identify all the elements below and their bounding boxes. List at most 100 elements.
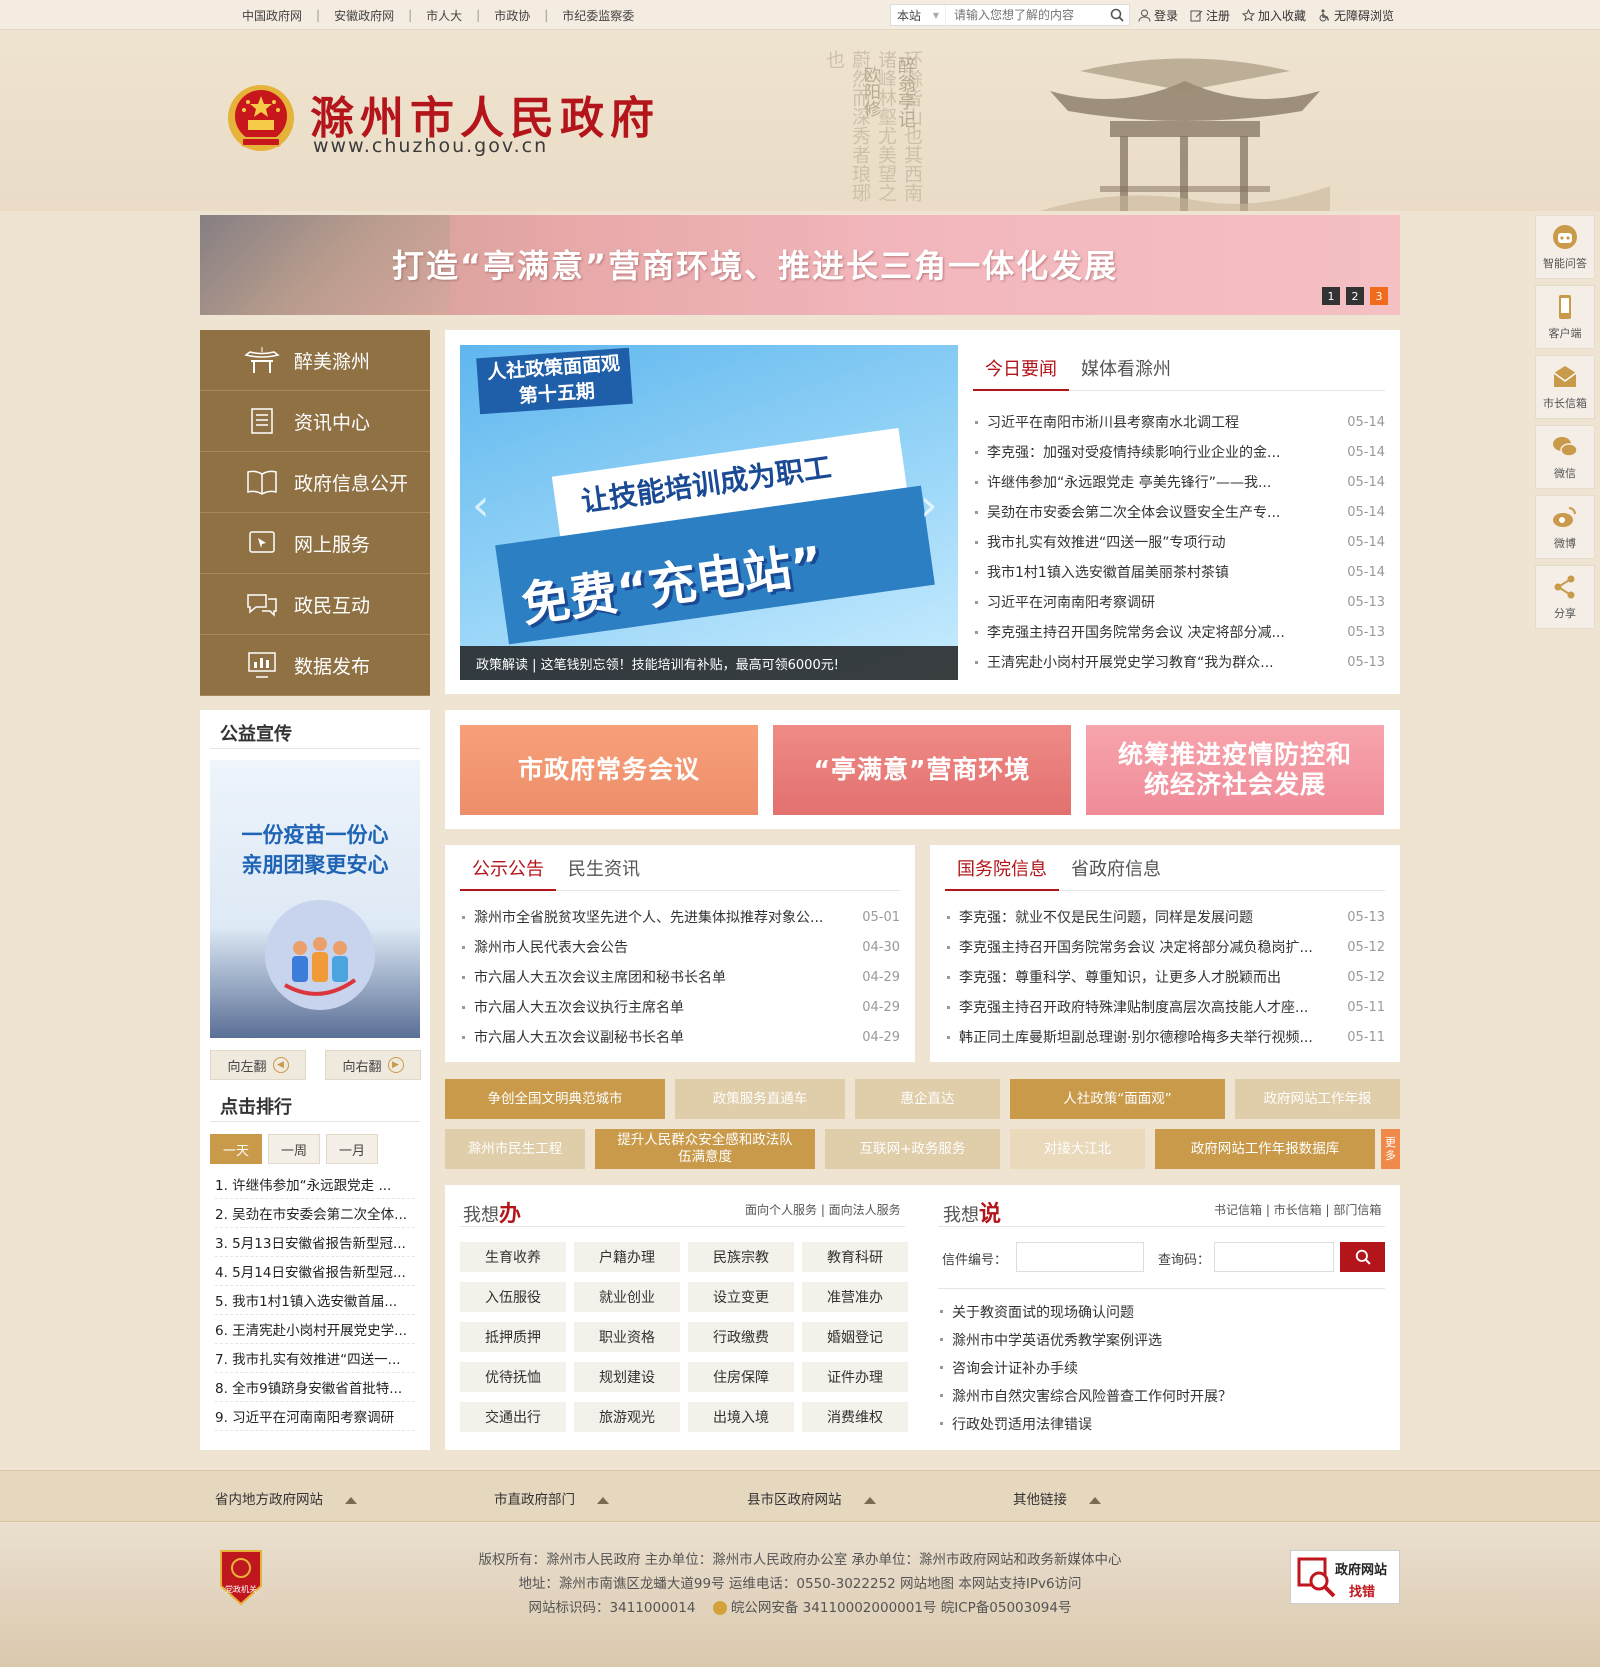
ranking-item[interactable]: 6. 王清宪赴小岗村开展党史学...	[215, 1315, 415, 1344]
letter-item[interactable]: 滁州市中学英语优秀教学案例评选	[938, 1330, 1162, 1350]
ranking-item[interactable]: 4. 5月14日安徽省报告新型冠...	[215, 1257, 415, 1286]
float-smart-qa[interactable]: 智能问答	[1535, 215, 1595, 279]
cat-enterprise-direct[interactable]: 惠企直达	[855, 1079, 1000, 1119]
news-title[interactable]: 市六届人大五次会议副秘书长名单	[474, 1027, 862, 1047]
service-item[interactable]: 优待抚恤	[460, 1362, 566, 1392]
letter-no-input[interactable]	[1016, 1242, 1144, 1272]
news-title[interactable]: 滁州市全省脱贫攻坚先进个人、先进集体拟推荐对象公...	[474, 907, 862, 927]
float-weibo[interactable]: 微博	[1535, 495, 1595, 559]
ranking-item[interactable]: 5. 我市1村1镇入选安徽首届...	[215, 1286, 415, 1315]
nav-online-service[interactable]: 网上服务	[200, 513, 430, 574]
banner-dot-1[interactable]: 1	[1322, 287, 1340, 305]
float-share[interactable]: 分享	[1535, 565, 1595, 629]
nav-interaction[interactable]: 政民互动	[200, 574, 430, 635]
tab-state-council[interactable]: 国务院信息	[945, 845, 1059, 891]
service-item[interactable]: 行政缴费	[688, 1322, 794, 1352]
nav-data-release[interactable]: 数据发布	[200, 635, 430, 696]
news-title[interactable]: 李克强：加强对受疫情持续影响行业企业的金...	[987, 442, 1347, 462]
cat-more-button[interactable]: 更多	[1381, 1129, 1400, 1169]
news-item[interactable]: 市六届人大五次会议副秘书长名单 04-29	[460, 1022, 900, 1052]
news-title[interactable]: 李克强：尊重科学、尊重知识，让更多人才脱颖而出	[959, 967, 1347, 987]
tile-business-environment[interactable]: “亭满意”营商环境	[773, 725, 1071, 815]
tile-epidemic-control[interactable]: 统筹推进疫情防控和统经济社会发展	[1086, 725, 1384, 815]
tab-notice[interactable]: 公示公告	[460, 845, 556, 891]
slide-prev-arrow-icon[interactable]: ‹	[472, 480, 490, 531]
cat-report-database[interactable]: 政府网站工作年报数据库	[1155, 1129, 1375, 1169]
news-title[interactable]: 李克强主持召开政府特殊津贴制度高层次高技能人才座...	[959, 997, 1347, 1017]
nav-scenic-chuzhou[interactable]: 醉美滁州	[200, 330, 430, 391]
news-title[interactable]: 韩正同土库曼斯坦副总理谢·别尔德穆哈梅多夫举行视频...	[959, 1027, 1347, 1047]
news-item[interactable]: 吴劲在市安委会第二次全体会议暨安全生产专... 05-14	[973, 497, 1385, 527]
service-item[interactable]: 设立变更	[688, 1282, 794, 1312]
tile-executive-meeting[interactable]: 市政府常务会议	[460, 725, 758, 815]
footer-link-province[interactable]: 省内地方政府网站	[215, 1488, 357, 1508]
float-mayor-mail[interactable]: 市长信箱	[1535, 355, 1595, 419]
tab-media-view[interactable]: 媒体看滁州	[1069, 345, 1183, 391]
letter-item[interactable]: 咨询会计证补办手续	[938, 1358, 1078, 1378]
news-title[interactable]: 习近平在南阳市淅川县考察南水北调工程	[987, 412, 1347, 432]
footer-link-others[interactable]: 其他链接	[1013, 1488, 1101, 1508]
letter-item[interactable]: 关于教资面试的现场确认问题	[938, 1302, 1134, 1322]
service-item[interactable]: 住房保障	[688, 1362, 794, 1392]
news-item[interactable]: 李克强：就业不仅是民生问题，同样是发展问题 05-13	[945, 902, 1385, 932]
news-title[interactable]: 市六届人大五次会议执行主席名单	[474, 997, 862, 1017]
letter-item[interactable]: 行政处罚适用法律错误	[938, 1414, 1092, 1434]
service-item[interactable]: 教育科研	[802, 1242, 908, 1272]
cat-policy-express[interactable]: 政策服务直通车	[675, 1079, 845, 1119]
banner-dot-3[interactable]: 3	[1370, 287, 1388, 305]
service-item[interactable]: 入伍服役	[460, 1282, 566, 1312]
service-item[interactable]: 户籍办理	[574, 1242, 680, 1272]
news-item[interactable]: 习近平在河南南阳考察调研 05-13	[973, 587, 1385, 617]
letter-search-button[interactable]	[1340, 1242, 1385, 1272]
nav-info-disclosure[interactable]: 政府信息公开	[200, 452, 430, 513]
service-item[interactable]: 民族宗教	[688, 1242, 794, 1272]
public-poster[interactable]: 一份疫苗一份心 亲朋团聚更安心	[210, 760, 420, 1038]
favorite-link[interactable]: 加入收藏	[1242, 7, 1306, 24]
nav-news-center[interactable]: 资讯中心	[200, 391, 430, 452]
service-item[interactable]: 就业创业	[574, 1282, 680, 1312]
news-title[interactable]: 我市扎实有效推进“四送一服”专项行动	[987, 532, 1347, 552]
service-item[interactable]: 旅游观光	[574, 1402, 680, 1432]
login-link[interactable]: 登录	[1138, 7, 1178, 24]
link-anhui-gov[interactable]: 安徽政府网	[320, 7, 408, 24]
service-item[interactable]: 消费维权	[802, 1402, 908, 1432]
service-item[interactable]: 职业资格	[574, 1322, 680, 1352]
ranking-item[interactable]: 3. 5月13日安徽省报告新型冠...	[215, 1228, 415, 1257]
slide-next-arrow-icon[interactable]: ›	[920, 480, 938, 531]
banner-dot-2[interactable]: 2	[1346, 287, 1364, 305]
ranking-item[interactable]: 7. 我市扎实有效推进“四送一...	[215, 1344, 415, 1373]
news-item[interactable]: 李克强：加强对受疫情持续影响行业企业的金... 05-14	[973, 437, 1385, 467]
search-scope-select[interactable]: 本站 ▼	[891, 5, 946, 25]
float-client[interactable]: 客户端	[1535, 285, 1595, 349]
news-item[interactable]: 李克强主持召开国务院常务会议 决定将部分减... 05-13	[973, 617, 1385, 647]
news-title[interactable]: 我市1村1镇入选安徽首届美丽茶村茶镇	[987, 562, 1347, 582]
search-button[interactable]	[1105, 8, 1129, 22]
news-title[interactable]: 吴劲在市安委会第二次全体会议暨安全生产专...	[987, 502, 1347, 522]
service-item[interactable]: 婚姻登记	[802, 1322, 908, 1352]
news-slideshow[interactable]: 人社政策面面观 第十五期 让技能培训成为职工 免费“充电站” ‹ › 政策解读 |…	[460, 345, 958, 680]
tab-livelihood[interactable]: 民生资讯	[556, 845, 652, 891]
ranking-item[interactable]: 9. 习近平在河南南阳考察调研	[215, 1402, 415, 1431]
news-title[interactable]: 滁州市人民代表大会公告	[474, 937, 862, 957]
service-item[interactable]: 规划建设	[574, 1362, 680, 1392]
slide-caption[interactable]: 政策解读 | 这笔钱别忘领！技能培训有补贴，最高可领6000元!	[460, 646, 958, 680]
rank-tab-day[interactable]: 一天	[210, 1134, 262, 1164]
rank-tab-month[interactable]: 一月	[326, 1134, 378, 1164]
poster-prev-button[interactable]: 向左翻 ◀	[210, 1050, 306, 1080]
service-item[interactable]: 抵押质押	[460, 1322, 566, 1352]
news-item[interactable]: 市六届人大五次会议执行主席名单 04-29	[460, 992, 900, 1022]
rank-tab-week[interactable]: 一周	[268, 1134, 320, 1164]
register-link[interactable]: 注册	[1190, 7, 1230, 24]
service-item[interactable]: 出境入境	[688, 1402, 794, 1432]
footer-link-counties[interactable]: 县市区政府网站	[747, 1488, 876, 1508]
ranking-item[interactable]: 2. 吴劲在市安委会第二次全体...	[215, 1199, 415, 1228]
letter-item[interactable]: 滁州市自然灾害综合风险普查工作何时开展？	[938, 1386, 1232, 1406]
cat-north-river[interactable]: 对接大江北	[1010, 1129, 1145, 1169]
news-title[interactable]: 李克强主持召开国务院常务会议 决定将部分减负稳岗扩...	[959, 937, 1347, 957]
news-title[interactable]: 王清宪赴小岗村开展党史学习教育“我为群众...	[987, 652, 1347, 672]
accessibility-link[interactable]: 无障碍浏览	[1318, 7, 1394, 24]
link-gov-cn[interactable]: 中国政府网	[228, 7, 316, 24]
link-discipline[interactable]: 市纪委监察委	[548, 7, 648, 24]
gov-site-error-report[interactable]: 政府网站 找错	[1290, 1550, 1400, 1604]
top-banner[interactable]: 打造“亭满意”营商环境、推进长三角一体化发展 1 2 3	[200, 215, 1400, 315]
